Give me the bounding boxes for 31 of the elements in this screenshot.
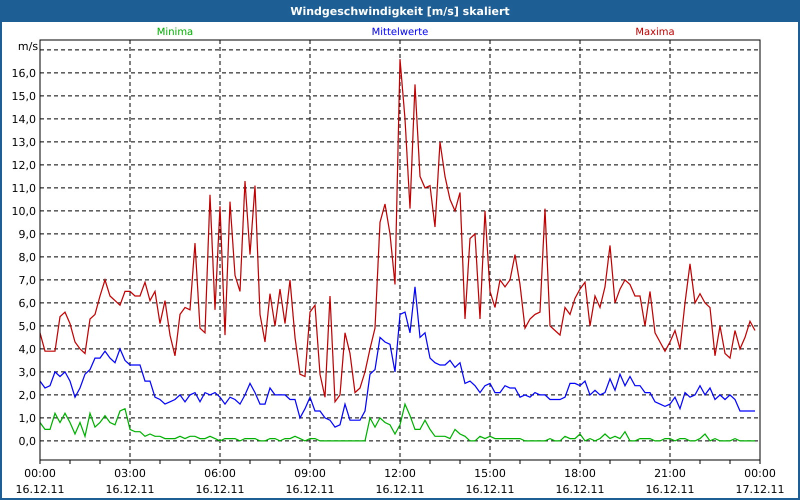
y-tick-label: 14,0: [12, 112, 36, 126]
x-tick-label: 09:00 16.12.11: [286, 467, 334, 496]
x-tick-label: 03:00 16.12.11: [106, 467, 154, 496]
y-tick-label: 8,0: [18, 250, 36, 264]
y-tick-label: 11,0: [12, 182, 36, 195]
y-tick-label: 9,0: [18, 228, 36, 241]
y-tick-label: 12,0: [12, 158, 36, 172]
y-axis-label: m/s: [18, 40, 38, 53]
y-tick-label: 5,0: [18, 320, 36, 333]
y-tick-label: 0,0: [18, 434, 36, 448]
x-tick-label: 06:00 16.12.11: [196, 467, 244, 496]
y-tick-label: 3,0: [18, 366, 36, 379]
y-tick-label: 13,0: [12, 136, 36, 149]
y-tick-label: 2,0: [18, 388, 36, 402]
y-tick-label: 6,0: [18, 296, 36, 310]
y-tick-label: 15,0: [12, 90, 36, 103]
y-tick-label: 16,0: [12, 66, 36, 80]
y-tick-label: 1,0: [18, 412, 36, 425]
y-tick-label: 10,0: [12, 204, 36, 218]
chart-title: Windgeschwindigkeit [m/s] skaliert: [2, 2, 798, 22]
x-tick-label: 15:00 16.12.11: [466, 467, 514, 496]
x-tick-label: 00:00 17.12.11: [736, 467, 784, 496]
x-tick-label: 12:00 16.12.11: [376, 467, 424, 496]
x-tick-label: 18:00 16.12.11: [556, 467, 604, 496]
x-tick-label: 21:00 16.12.11: [646, 467, 694, 496]
y-tick-label: 4,0: [18, 342, 36, 356]
x-tick-label: 00:00 16.12.11: [16, 467, 64, 496]
legend-label: Mittelwerte: [372, 27, 428, 38]
y-tick-label: 7,0: [18, 274, 36, 287]
legend-label: Maxima: [635, 27, 675, 38]
legend-label: Minima: [156, 27, 194, 38]
